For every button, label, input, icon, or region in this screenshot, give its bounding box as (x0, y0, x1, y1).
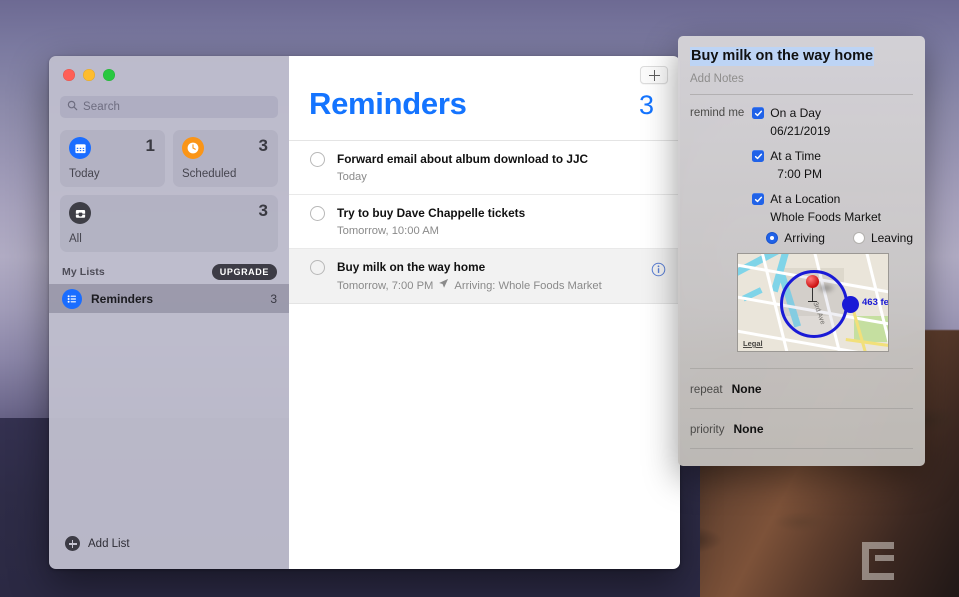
list-name: Reminders (91, 291, 154, 306)
leaving-label: Leaving (870, 231, 913, 245)
on-a-day-row[interactable]: On a Day (752, 106, 913, 120)
reminder-subtitle-row: Tomorrow, 7:00 PM Arriving: Whole Foods … (337, 278, 668, 294)
content-header: Reminders 3 (289, 56, 680, 122)
remind-me-section: remind me On a Day 06/21/2019 At a Time (690, 106, 913, 245)
scheduled-count: 3 (258, 136, 268, 155)
upgrade-badge[interactable]: UPGRADE (211, 264, 277, 280)
at-a-time-checkbox[interactable] (752, 150, 765, 162)
my-lists-label: My Lists (62, 266, 105, 278)
sidebar-item-today[interactable]: 1 Today (60, 130, 165, 187)
inbox-icon (69, 202, 91, 224)
repeat-value[interactable]: None (732, 382, 762, 396)
add-list-label: Add List (88, 537, 130, 550)
reminder-subtitle-row: Tomorrow, 10:00 AM (337, 224, 668, 239)
minimize-button[interactable] (83, 69, 95, 81)
calendar-icon (69, 137, 91, 159)
table-row[interactable]: Forward email about album download to JJ… (289, 140, 680, 194)
info-button[interactable] (651, 262, 666, 277)
reminder-due: Tomorrow, 10:00 AM (337, 225, 439, 237)
arriving-label: Arriving (784, 231, 825, 245)
at-a-time-value[interactable]: 7:00 PM (752, 167, 913, 181)
reminder-detail-popover: Buy milk on the way home Add Notes remin… (678, 36, 925, 466)
at-a-location-label: At a Location (770, 192, 841, 206)
add-list-button[interactable]: Add List (49, 536, 289, 569)
plus-icon (648, 69, 660, 81)
repeat-label: repeat (690, 384, 723, 396)
geofence-radius-label: 463 fe (862, 297, 889, 308)
location-arrow-icon (438, 278, 449, 294)
engadget-watermark-icon (862, 542, 894, 580)
complete-checkbox[interactable] (310, 260, 325, 275)
legal-link[interactable]: Legal (743, 339, 763, 348)
repeat-row[interactable]: repeat None (690, 369, 913, 396)
reminders-window: Search 1 Today 3 Scheduled 3 All My List… (49, 56, 680, 569)
sidebar-item-scheduled[interactable]: 3 Scheduled (173, 130, 278, 187)
divider (690, 448, 913, 449)
plus-circle-icon (65, 536, 80, 551)
detail-title-field[interactable]: Buy milk on the way home (690, 47, 875, 66)
today-label: Today (69, 168, 100, 180)
reminder-location: Arriving: Whole Foods Market (454, 279, 602, 292)
reminder-title: Buy milk on the way home (337, 260, 486, 274)
reminder-due: Tomorrow, 7:00 PM (337, 279, 434, 292)
smart-lists-grid: 1 Today 3 Scheduled 3 All (49, 118, 289, 252)
geofence-radius-handle[interactable] (842, 296, 859, 313)
remind-me-label: remind me (690, 107, 745, 119)
search-container: Search (49, 90, 289, 118)
reminder-subtitle-row: Today (337, 170, 668, 185)
close-button[interactable] (63, 69, 75, 81)
list-icon (62, 288, 82, 309)
reminder-title: Try to buy Dave Chappelle tickets (337, 206, 526, 220)
desktop-wallpaper: Search 1 Today 3 Scheduled 3 All My List… (0, 0, 959, 597)
today-count: 1 (145, 136, 155, 155)
divider (690, 94, 913, 95)
clock-icon (182, 137, 204, 159)
reminder-count: 3 (638, 90, 654, 120)
on-a-day-checkbox[interactable] (752, 107, 765, 119)
at-a-location-value[interactable]: Whole Foods Market (752, 210, 913, 224)
reminders-content: Reminders 3 Forward email about album do… (289, 56, 680, 569)
arriving-radio[interactable] (766, 232, 779, 244)
notes-field[interactable]: Add Notes (690, 73, 913, 85)
pin-stem (812, 287, 814, 302)
sidebar: Search 1 Today 3 Scheduled 3 All My List… (49, 56, 289, 569)
reminders-list: Forward email about album download to JJ… (289, 140, 680, 304)
sidebar-item-all[interactable]: 3 All (60, 195, 278, 252)
all-label: All (69, 233, 82, 245)
search-icon (67, 98, 78, 116)
at-a-location-row[interactable]: At a Location (752, 192, 913, 206)
priority-value[interactable]: None (734, 422, 764, 436)
search-field[interactable]: Search (60, 96, 278, 118)
maximize-button[interactable] (103, 69, 115, 81)
priority-row[interactable]: priority None (690, 409, 913, 436)
scheduled-label: Scheduled (182, 168, 237, 180)
at-a-time-label: At a Time (770, 149, 821, 163)
priority-label: priority (690, 424, 725, 436)
window-controls (49, 56, 289, 90)
trigger-radio-group: Arriving Leaving (752, 231, 913, 245)
on-a-day-label: On a Day (770, 106, 821, 120)
reminder-due: Today (337, 171, 367, 183)
table-row[interactable]: Buy milk on the way home Tomorrow, 7:00 … (289, 248, 680, 304)
list-count: 3 (270, 291, 277, 306)
location-map[interactable]: 463 fe 3rd Ave Legal (737, 253, 889, 352)
table-row[interactable]: Try to buy Dave Chappelle tickets Tomorr… (289, 194, 680, 248)
page-title: Reminders (309, 86, 467, 121)
complete-checkbox[interactable] (310, 152, 325, 167)
reminder-title: Forward email about album download to JJ… (337, 152, 589, 166)
complete-checkbox[interactable] (310, 206, 325, 221)
at-a-location-checkbox[interactable] (752, 193, 765, 205)
search-placeholder: Search (83, 101, 121, 113)
on-a-day-value[interactable]: 06/21/2019 (752, 124, 913, 138)
at-a-time-row[interactable]: At a Time (752, 149, 913, 163)
map-pin-icon (806, 275, 819, 288)
all-count: 3 (258, 201, 268, 220)
add-reminder-button[interactable] (640, 66, 668, 84)
sidebar-item-reminders[interactable]: Reminders 3 (49, 284, 289, 313)
my-lists-header-row: My Lists UPGRADE (49, 252, 289, 284)
leaving-radio[interactable] (852, 232, 865, 244)
pin-shadow (816, 282, 836, 294)
